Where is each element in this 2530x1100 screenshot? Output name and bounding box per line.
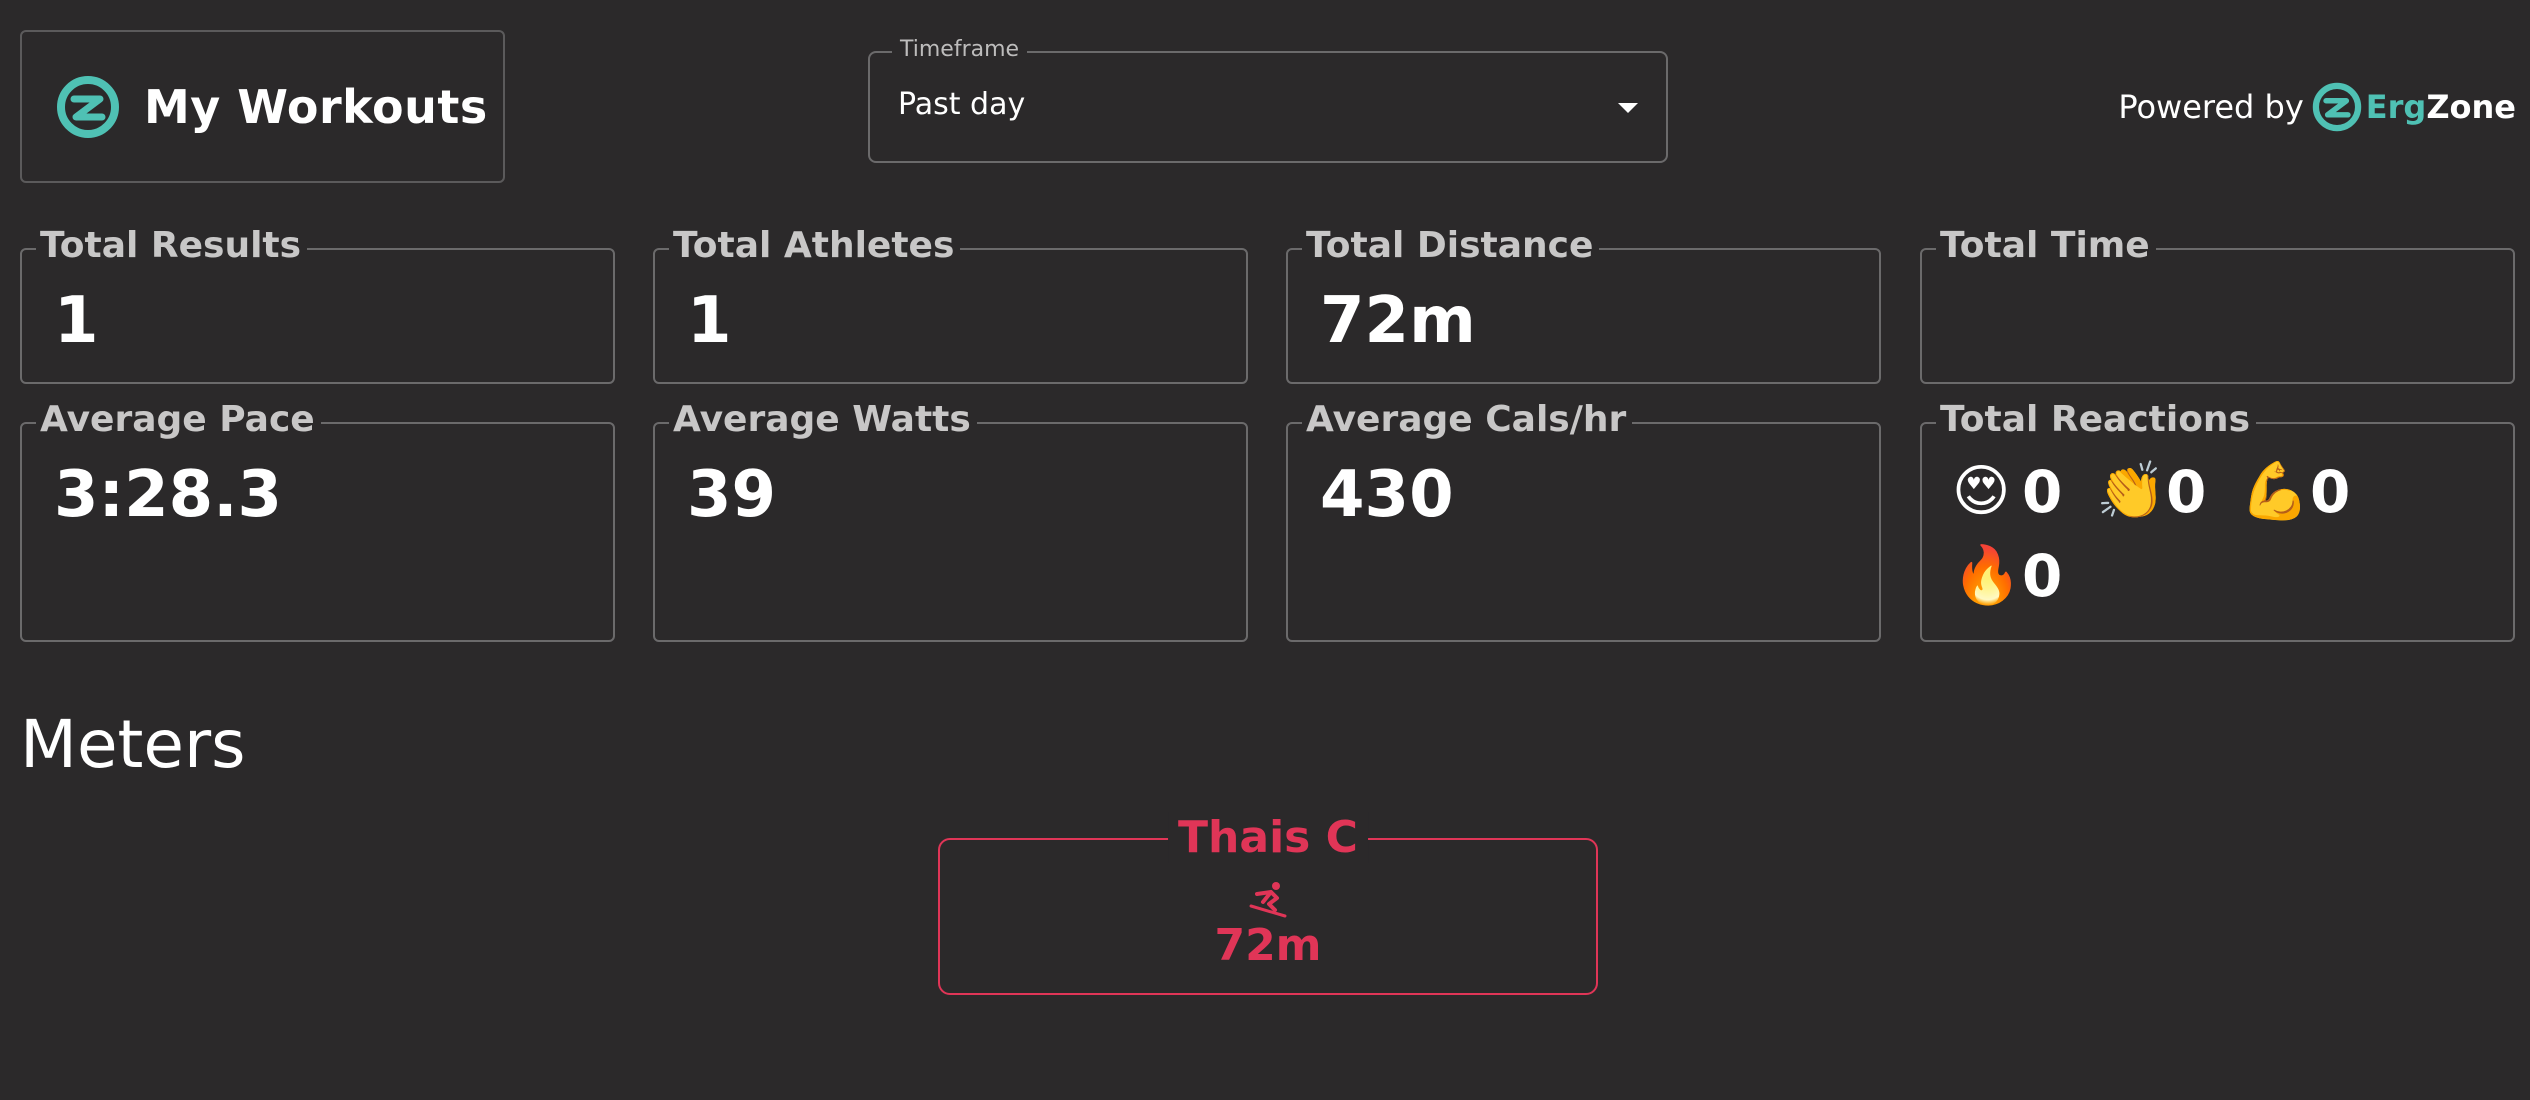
reaction-count: 0 — [2310, 458, 2351, 526]
stat-total-athletes: Total Athletes 1 — [653, 225, 1248, 384]
stat-total-distance: Total Distance 72m — [1286, 225, 1881, 384]
skier-icon — [1249, 882, 1287, 918]
stat-label: Total Distance — [1302, 225, 1600, 266]
stat-average-cals: Average Cals/hr 430 — [1286, 399, 1881, 642]
stat-total-time: Total Time — [1920, 225, 2515, 384]
section-title-meters: Meters — [20, 706, 246, 783]
powered-by-label: Powered by — [2118, 88, 2304, 126]
stat-average-pace: Average Pace 3:28.3 — [20, 399, 615, 642]
stat-value: 39 — [687, 458, 777, 532]
page-title: My Workouts — [144, 79, 488, 134]
reactions-list: 😍 0 👏 0 💪 0 🔥 0 — [1952, 458, 2512, 610]
reaction-clap[interactable]: 👏 0 — [2096, 458, 2240, 526]
athlete-card[interactable]: Thais C 72m — [938, 812, 1598, 995]
athlete-meters: 72m — [1214, 920, 1322, 971]
stat-label: Average Pace — [36, 399, 321, 440]
athlete-name: Thais C — [1168, 812, 1368, 863]
stat-value: 3:28.3 — [54, 458, 283, 532]
stat-value: 1 — [54, 284, 99, 358]
stat-total-results: Total Results 1 — [20, 225, 615, 384]
brand-zone: Zone — [2426, 88, 2516, 126]
fire-icon: 🔥 — [1952, 543, 2022, 608]
muscle-icon: 💪 — [2240, 459, 2310, 524]
reaction-heart-eyes[interactable]: 😍 0 — [1952, 458, 2096, 526]
reaction-muscle[interactable]: 💪 0 — [2240, 458, 2384, 526]
timeframe-label: Timeframe — [892, 37, 1028, 62]
timeframe-select[interactable]: Timeframe Past day — [868, 37, 1668, 163]
stat-label: Total Athletes — [669, 225, 961, 266]
reaction-count: 0 — [2022, 458, 2063, 526]
ergzone-logo-icon — [2312, 82, 2361, 132]
stat-label: Total Results — [36, 225, 308, 266]
stat-value: 430 — [1320, 458, 1454, 532]
stat-value: 72m — [1320, 284, 1476, 358]
header: My Workouts Timeframe Past day Powered b… — [0, 0, 2530, 200]
timeframe-value: Past day — [898, 87, 1026, 122]
brand-erg: Erg — [2365, 88, 2427, 126]
heart-eyes-icon: 😍 — [1952, 459, 2011, 524]
stat-label: Total Reactions — [1936, 399, 2256, 440]
reaction-count: 0 — [2022, 542, 2063, 610]
stat-label: Average Watts — [669, 399, 977, 440]
brand-box[interactable]: My Workouts — [20, 30, 505, 183]
stat-total-reactions: Total Reactions 😍 0 👏 0 💪 0 🔥 0 — [1920, 399, 2515, 642]
stat-average-watts: Average Watts 39 — [653, 399, 1248, 642]
stat-label: Total Time — [1936, 225, 2156, 266]
powered-by[interactable]: Powered by Erg Zone — [2118, 82, 2516, 132]
stat-label: Average Cals/hr — [1302, 399, 1633, 440]
reaction-fire[interactable]: 🔥 0 — [1952, 542, 2096, 610]
caret-down-icon — [1618, 103, 1638, 113]
ergzone-logo-icon — [57, 75, 119, 138]
stat-value: 1 — [687, 284, 732, 358]
reaction-count: 0 — [2166, 458, 2207, 526]
clap-icon: 👏 — [2096, 459, 2166, 524]
